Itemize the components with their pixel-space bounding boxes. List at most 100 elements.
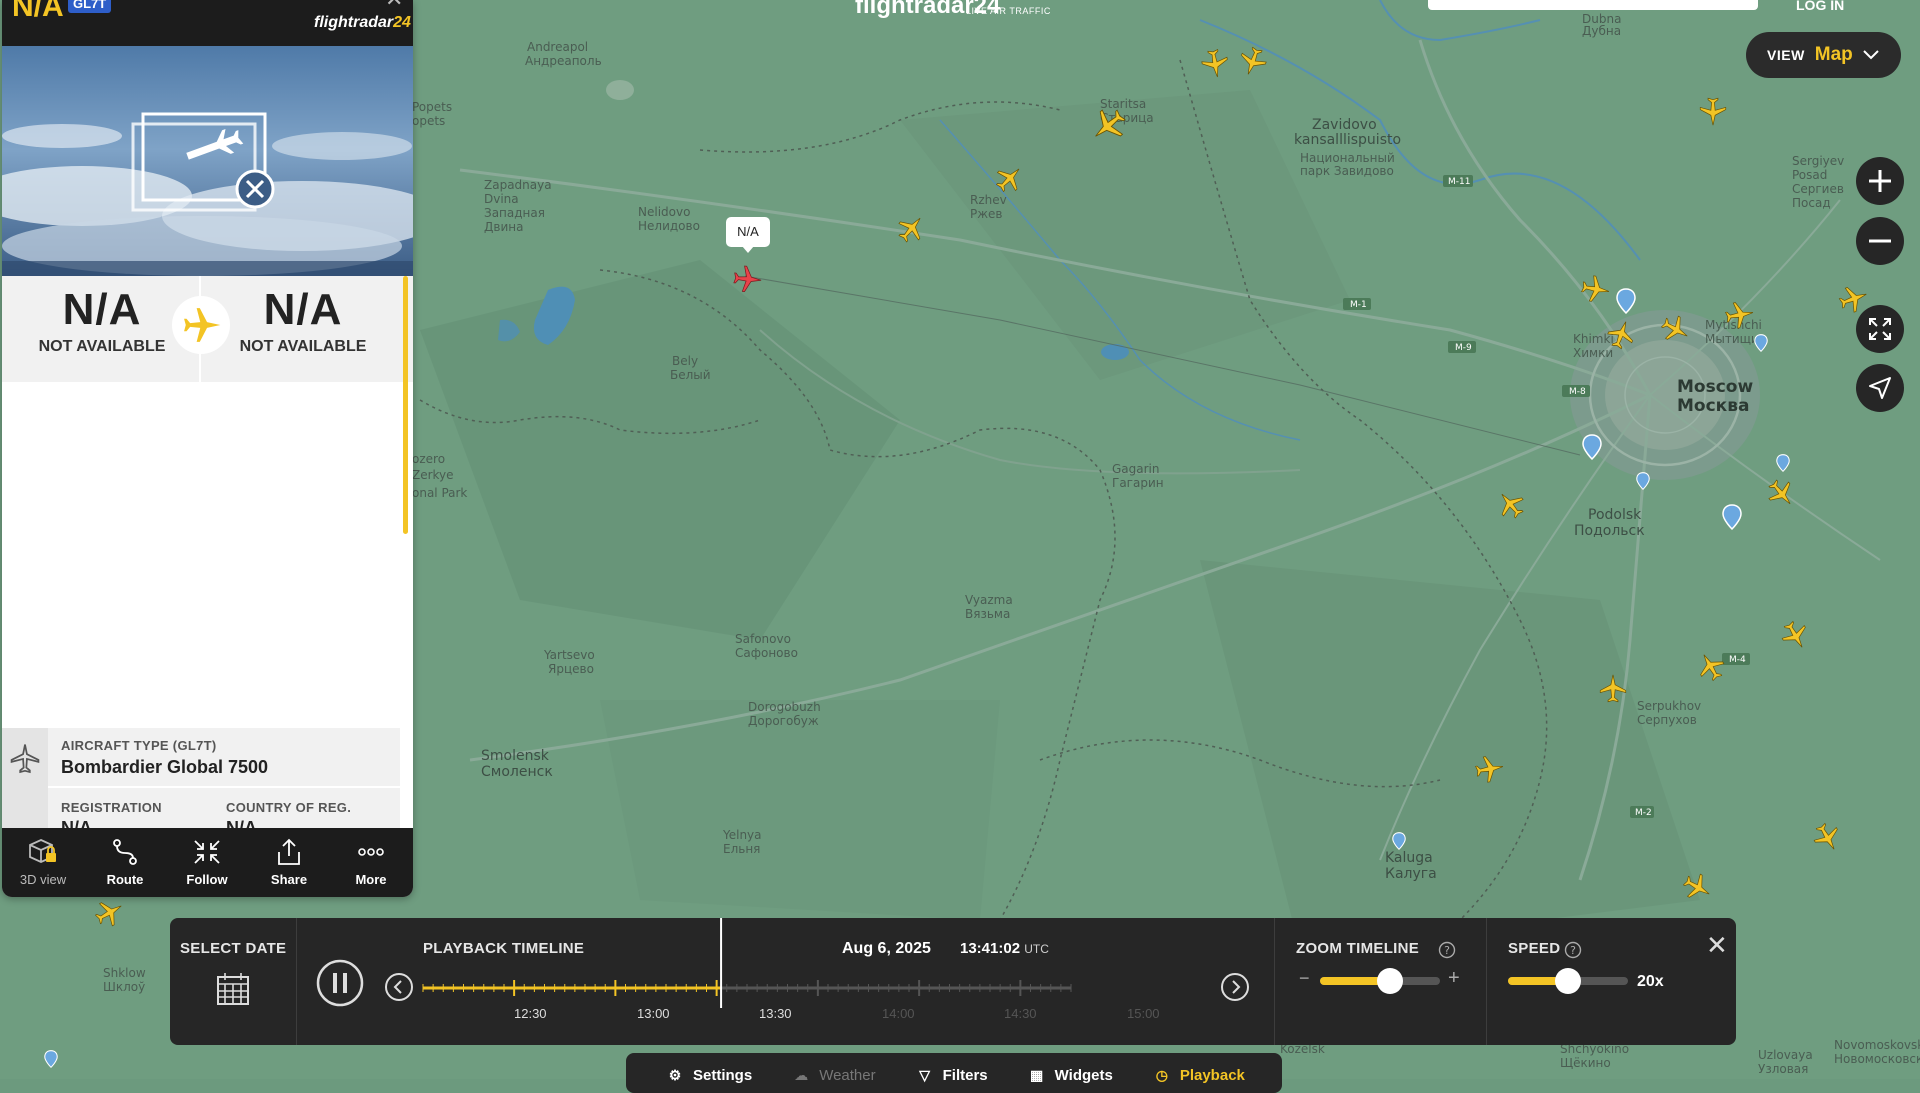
map-label: Вязьма — [965, 607, 1011, 621]
bottom-toolbar: ⚙ Settings ☁ Weather ▽ Filters ▦ Widgets ◷ Pl… — [626, 1053, 1282, 1093]
widgets-label: Widgets — [1054, 1067, 1113, 1084]
airport-pin-icon[interactable] — [1616, 288, 1636, 314]
aircraft-icon[interactable] — [1596, 672, 1630, 706]
airport-pin-icon[interactable] — [44, 1050, 58, 1068]
locate-me-button[interactable] — [1856, 364, 1904, 412]
aircraft-icon[interactable] — [992, 162, 1026, 196]
aircraft-icon[interactable] — [1680, 870, 1714, 904]
origin-airport[interactable]: N/A NOT AVAILABLE — [12, 286, 192, 356]
timeline-forward-button[interactable] — [1220, 972, 1250, 1002]
aircraft-info-section: AIRCRAFT TYPE (GL7T) Bombardier Global 7… — [2, 728, 400, 838]
settings-tab[interactable]: ⚙ Settings — [666, 1067, 752, 1084]
more-dots-icon — [358, 848, 384, 856]
panel-scrollbar[interactable] — [403, 276, 408, 534]
login-button[interactable]: LOG IN — [1796, 0, 1844, 13]
3d-view-button[interactable]: 3D view — [2, 828, 84, 897]
select-date-title: SELECT DATE — [180, 940, 287, 957]
filters-tab[interactable]: ▽ Filters — [916, 1067, 988, 1084]
aircraft-icon[interactable] — [1694, 650, 1728, 684]
map-label: Новомосковск — [1834, 1052, 1920, 1066]
aircraft-icon[interactable] — [1578, 272, 1612, 306]
pause-button[interactable] — [315, 958, 365, 1008]
zoom-out-button[interactable] — [1856, 217, 1904, 265]
flight-details-panel: N/A GL7T flightradar24 ✕ N/A NOT AVAILAB… — [2, 0, 413, 897]
map-label: Vyazma — [965, 593, 1013, 607]
timeline-back-button[interactable] — [384, 972, 414, 1002]
zoom-slider-knob[interactable] — [1376, 968, 1403, 994]
aircraft-icon[interactable] — [1236, 44, 1270, 78]
aircraft-icon[interactable] — [1604, 318, 1638, 352]
map-label: onal Park — [412, 486, 468, 500]
selected-flight-callout[interactable]: N/A — [726, 217, 770, 247]
map-label: Bely — [672, 354, 699, 368]
panel-logo-main: flightradar — [314, 14, 394, 31]
map-label: Zapadnaya — [484, 178, 552, 192]
aircraft-icon[interactable] — [1472, 752, 1506, 786]
help-icon[interactable]: ? — [1438, 941, 1456, 959]
road-label: M-11 — [1448, 177, 1471, 187]
map-label: Посад — [1792, 196, 1831, 210]
aircraft-icon[interactable] — [1722, 298, 1756, 332]
3d-view-label: 3D view — [19, 872, 67, 887]
airport-pin-icon[interactable] — [1582, 434, 1602, 460]
route-summary: N/A NOT AVAILABLE N/A NOT AVAILABLE — [2, 276, 413, 382]
map-label: Uzlovaya — [1758, 1048, 1813, 1062]
airport-pin-icon[interactable] — [1722, 504, 1742, 530]
map-label: Нелидово — [638, 219, 700, 233]
airport-pin-icon[interactable] — [1776, 454, 1790, 472]
timeline-track[interactable] — [422, 918, 1215, 1008]
gear-icon: ⚙ — [668, 1067, 682, 1083]
calendar-icon[interactable] — [215, 971, 251, 1007]
clock-icon: ◷ — [1155, 1067, 1168, 1083]
map-label: Dvina — [484, 192, 519, 206]
view-switcher[interactable]: VIEW Map — [1746, 32, 1901, 78]
route-label: Route — [106, 872, 144, 887]
widgets-tab[interactable]: ▦ Widgets — [1028, 1067, 1113, 1084]
weather-tab[interactable]: ☁ Weather — [792, 1067, 875, 1084]
fullscreen-button[interactable] — [1856, 305, 1904, 353]
airport-pin-icon[interactable] — [1392, 832, 1406, 850]
close-playback-button[interactable]: ✕ — [1706, 930, 1728, 961]
aircraft-icon[interactable] — [1810, 820, 1844, 854]
airport-pin-icon[interactable] — [1636, 472, 1650, 490]
timeline-tick-label: 15:00 — [1127, 1006, 1160, 1021]
search-input[interactable] — [1428, 0, 1758, 10]
aircraft-icon[interactable] — [1198, 46, 1232, 80]
zoom-out-timeline-icon[interactable]: − — [1299, 968, 1310, 989]
aircraft-icon[interactable] — [1658, 312, 1692, 346]
map-label: Узловая — [1758, 1062, 1809, 1076]
help-icon[interactable]: ? — [1564, 941, 1582, 959]
timeline-tick-label: 12:30 — [514, 1006, 547, 1021]
route-button[interactable]: Route — [84, 828, 166, 897]
aircraft-icon[interactable] — [1778, 618, 1812, 652]
aircraft-icon[interactable] — [92, 896, 126, 930]
map-label: Мытищи — [1705, 332, 1759, 346]
aircraft-icon[interactable] — [1696, 94, 1730, 128]
filters-label: Filters — [942, 1067, 988, 1084]
timezone-label: UTC — [1024, 942, 1049, 956]
aircraft-icon[interactable] — [1088, 104, 1130, 146]
playback-tab[interactable]: ◷ Playback — [1153, 1067, 1245, 1084]
timeline-tick-label: 13:30 — [759, 1006, 792, 1021]
zoom-timeline-section: ZOOM TIMELINE ? − + — [1275, 918, 1486, 1045]
map-label: Западная — [484, 206, 545, 220]
airport-pin-icon[interactable] — [1754, 334, 1768, 352]
aircraft-icon[interactable] — [1494, 488, 1528, 522]
view-label: VIEW — [1767, 47, 1805, 63]
aircraft-row-divider — [48, 786, 400, 788]
map-label: Калуга — [1385, 866, 1437, 882]
map-label: Двина — [484, 220, 524, 234]
aircraft-icon[interactable] — [1764, 476, 1798, 510]
zoom-in-button[interactable] — [1856, 157, 1904, 205]
follow-button[interactable]: Follow — [166, 828, 248, 897]
more-button[interactable]: More — [330, 828, 412, 897]
playback-controls: SELECT DATE PLAYBACK TIMELINE Aug 6, 202… — [170, 918, 1736, 1045]
share-button[interactable]: Share — [248, 828, 330, 897]
speed-slider-knob[interactable] — [1555, 968, 1581, 994]
zoom-in-timeline-icon[interactable]: + — [1448, 967, 1460, 990]
aircraft-icon[interactable] — [894, 212, 928, 246]
aircraft-type-value: Bombardier Global 7500 — [61, 757, 269, 777]
destination-airport[interactable]: N/A NOT AVAILABLE — [213, 286, 393, 356]
close-panel-button[interactable]: ✕ — [385, 0, 403, 12]
selected-aircraft-icon[interactable] — [730, 262, 764, 296]
